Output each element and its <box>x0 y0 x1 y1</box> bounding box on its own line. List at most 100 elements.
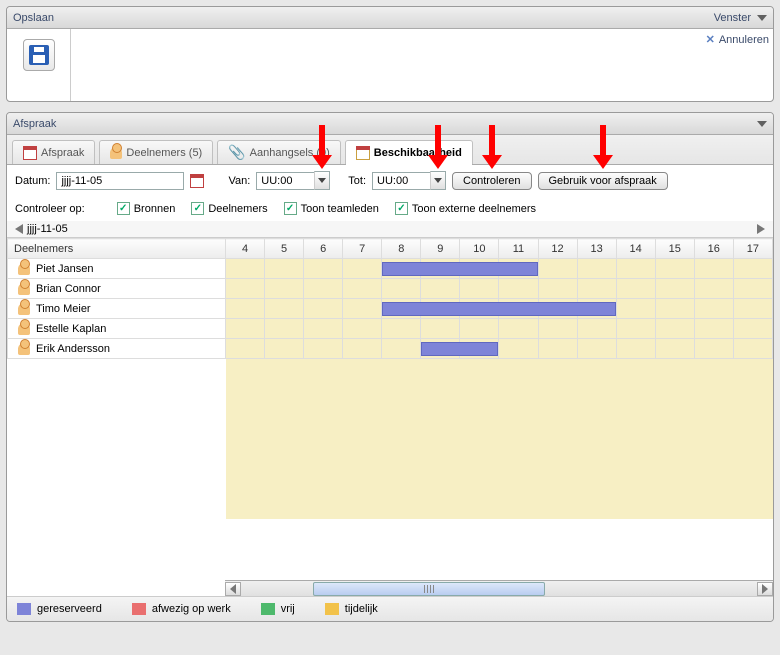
cb-resources[interactable]: ✓Bronnen <box>117 202 176 215</box>
checkbox-icon: ✓ <box>284 202 297 215</box>
hour-cell <box>421 339 460 359</box>
tab-participants[interactable]: Deelnemers (5) <box>99 140 213 164</box>
scroll-right-button[interactable] <box>757 582 773 596</box>
tab-attachments[interactable]: 📎 Aanhangsels (0) <box>217 140 341 164</box>
to-dropdown[interactable] <box>430 171 446 190</box>
form-row-check: Controleer op: ✓Bronnen ✓ Deelnemers ✓Too… <box>7 196 773 221</box>
check-label: Controleer op: <box>15 203 85 215</box>
hour-cell <box>304 259 343 279</box>
hour-header: 12 <box>538 239 577 259</box>
swatch-reserved <box>17 603 31 615</box>
scroll-thumb[interactable] <box>313 582 545 596</box>
collapse-icon-2[interactable] <box>757 121 767 127</box>
next-day-button[interactable] <box>757 224 765 234</box>
hour-cell <box>538 339 577 359</box>
busy-bar <box>421 342 498 356</box>
nav-date: jjjj-11-05 <box>27 223 68 235</box>
from-input[interactable] <box>256 172 314 190</box>
hour-header: 5 <box>265 239 304 259</box>
hour-cell <box>226 319 265 339</box>
hour-cell <box>382 319 421 339</box>
hour-cell <box>655 339 694 359</box>
hour-cell <box>343 259 382 279</box>
checkbox-icon: ✓ <box>395 202 408 215</box>
hour-cell <box>694 299 733 319</box>
user-icon <box>18 303 30 315</box>
save-header-label: Opslaan <box>13 12 54 24</box>
hour-header: 13 <box>577 239 616 259</box>
use-for-appointment-button[interactable]: Gebruik voor afspraak <box>538 172 668 190</box>
hour-cell <box>538 259 577 279</box>
close-icon: ✕ <box>706 33 715 46</box>
hour-header: 7 <box>343 239 382 259</box>
window-header-label: Venster <box>714 12 751 24</box>
date-input[interactable] <box>56 172 184 190</box>
participant-name-cell: Piet Jansen <box>8 259 226 279</box>
legend-temporary: tijdelijk <box>345 603 378 615</box>
save-column <box>7 29 71 101</box>
hour-cell <box>304 339 343 359</box>
legend-away: afwezig op werk <box>152 603 231 615</box>
hour-cell <box>382 259 421 279</box>
participant-name-cell: Erik Andersson <box>8 339 226 359</box>
participant-name-cell: Timo Meier <box>8 299 226 319</box>
participant-name: Timo Meier <box>36 303 91 315</box>
hour-cell <box>343 299 382 319</box>
participant-row: Brian Connor <box>8 279 773 299</box>
hour-cell <box>577 259 616 279</box>
participant-name-cell: Brian Connor <box>8 279 226 299</box>
hour-cell <box>226 299 265 319</box>
cb-external[interactable]: ✓Toon externe deelnemers <box>395 202 536 215</box>
checkbox-icon: ✓ <box>191 202 204 215</box>
hour-cell <box>616 319 655 339</box>
prev-day-button[interactable] <box>15 224 23 234</box>
hour-header: 10 <box>460 239 499 259</box>
user-icon <box>18 263 30 275</box>
busy-bar <box>382 262 537 276</box>
cb-participants[interactable]: ✓ Deelnemers <box>191 202 267 215</box>
hour-header: 11 <box>499 239 538 259</box>
scroll-left-button[interactable] <box>225 582 241 596</box>
date-picker-icon[interactable] <box>190 174 204 188</box>
hour-cell <box>265 299 304 319</box>
tab-appointment-label: Afspraak <box>41 147 84 159</box>
hour-cell <box>226 339 265 359</box>
hour-cell <box>733 299 772 319</box>
to-input[interactable] <box>372 172 430 190</box>
cancel-link[interactable]: ✕ Annuleren <box>706 33 769 46</box>
appointment-panel: Afspraak Afspraak Deelnemers (5) 📎 Aanha… <box>6 112 774 622</box>
hour-cell <box>304 279 343 299</box>
hour-cell <box>577 279 616 299</box>
hour-cell <box>733 339 772 359</box>
hour-cell <box>226 279 265 299</box>
hour-cell <box>694 279 733 299</box>
chevron-down-icon-2 <box>434 178 442 183</box>
floppy-icon <box>29 45 49 65</box>
hour-cell <box>304 299 343 319</box>
hour-header: 4 <box>226 239 265 259</box>
legend-free: vrij <box>281 603 295 615</box>
col-participants-header: Deelnemers <box>8 239 226 259</box>
swatch-temp <box>325 603 339 615</box>
tab-availability[interactable]: Beschikbaarheid <box>345 140 473 164</box>
user-icon <box>18 343 30 355</box>
collapse-icon[interactable] <box>757 15 767 21</box>
hour-cell <box>538 279 577 299</box>
check-button[interactable]: Controleren <box>452 172 531 190</box>
hour-header: 6 <box>304 239 343 259</box>
from-dropdown[interactable] <box>314 171 330 190</box>
hour-cell <box>265 279 304 299</box>
hour-cell <box>460 319 499 339</box>
calendar-icon <box>23 146 37 160</box>
to-combo <box>372 171 446 190</box>
hour-cell <box>226 259 265 279</box>
cb-participants-label: Deelnemers <box>208 203 267 215</box>
hour-cell <box>382 279 421 299</box>
save-button[interactable] <box>23 39 55 71</box>
appointment-header: Afspraak <box>7 113 773 135</box>
tab-appointment[interactable]: Afspraak <box>12 140 95 164</box>
cb-teammembers[interactable]: ✓Toon teamleden <box>284 202 379 215</box>
legend-reserved: gereserveerd <box>37 603 102 615</box>
from-combo <box>256 171 330 190</box>
participant-name-cell: Estelle Kaplan <box>8 319 226 339</box>
